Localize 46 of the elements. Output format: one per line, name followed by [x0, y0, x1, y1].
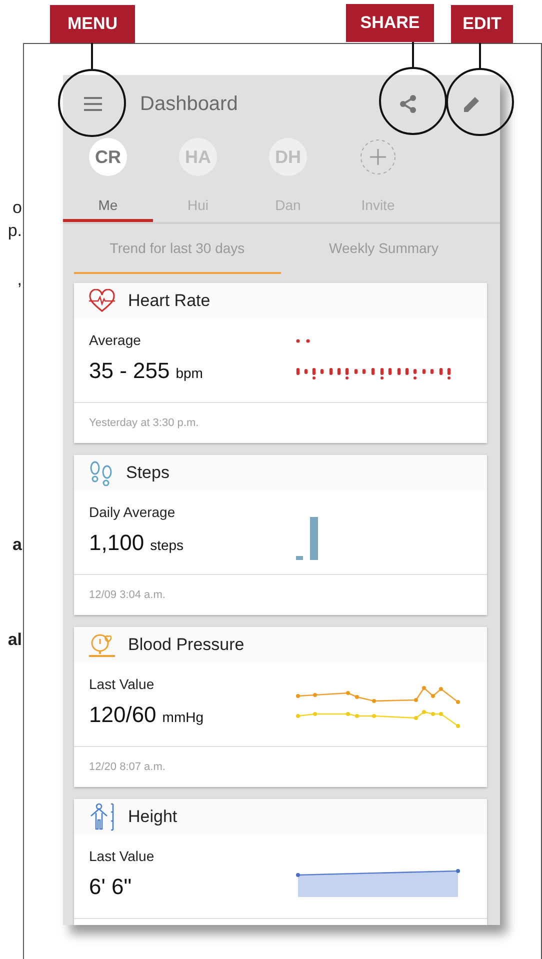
metric-card[interactable]: Blood Pressure Last Value 120/60 mmHg 12/20 8:07 a.m. — [74, 627, 487, 787]
gauge-heart-icon — [88, 632, 116, 658]
person-name: Me — [98, 197, 118, 213]
card-title: Height — [128, 806, 178, 826]
text-fragment: al — [8, 630, 23, 650]
leader-line — [91, 43, 93, 69]
timestamp: Yesterday at 3:30 p.m. — [89, 417, 199, 429]
metric-label: Last Value — [89, 848, 156, 864]
metric-value: 35 - 255 — [89, 358, 170, 383]
metric-label: Daily Average — [89, 504, 176, 520]
person-ruler-icon — [88, 802, 116, 830]
footprints-icon — [88, 460, 114, 486]
card-title: Steps — [126, 462, 170, 482]
highlight-circle — [379, 67, 447, 135]
metric-unit: steps — [150, 537, 184, 553]
callout-label: EDIT — [451, 5, 513, 43]
highlight-circle — [58, 69, 126, 137]
heart-pulse-icon — [88, 288, 116, 312]
screen-title: Dashboard — [140, 92, 238, 116]
card-title: Heart Rate — [128, 290, 210, 310]
person-tab[interactable]: CR Me — [63, 133, 153, 222]
avatar: CR — [89, 138, 127, 176]
card-title: Blood Pressure — [128, 634, 244, 654]
metric-card[interactable]: Heart Rate Average 35 - 255 bpm Yesterday at 3:30 p.m. — [74, 283, 487, 443]
metric-value: 120/60 — [89, 702, 156, 727]
metric-value: 1,100 — [89, 530, 144, 555]
bar-sparkline-drawing — [296, 517, 318, 561]
timestamp: 12/09 3:04 a.m. — [89, 589, 166, 601]
text-fragment: p. — [8, 221, 23, 241]
text-fragment: , — [17, 270, 23, 290]
text-fragment: o — [12, 198, 23, 218]
leader-line — [412, 42, 414, 67]
metric-value: 6' 6" — [89, 874, 132, 899]
text-fragment: a — [12, 535, 23, 555]
callout-label: SHARE — [346, 4, 434, 42]
callout-label: MENU — [50, 5, 135, 43]
highlight-circle — [446, 68, 514, 136]
metric-card[interactable]: Steps Daily Average 1,100 steps 12/09 3:04 a.m. — [74, 455, 487, 615]
add-icon — [359, 138, 397, 176]
metric-label: Last Value — [89, 676, 156, 692]
leader-line — [479, 43, 481, 68]
metric-card[interactable]: Height Last Value 6' 6" — [74, 799, 487, 925]
metric-unit: bpm — [176, 365, 203, 381]
metric-label: Average — [89, 332, 142, 348]
timestamp: 12/20 8:07 a.m. — [89, 761, 166, 773]
metric-unit: mmHg — [162, 709, 204, 725]
